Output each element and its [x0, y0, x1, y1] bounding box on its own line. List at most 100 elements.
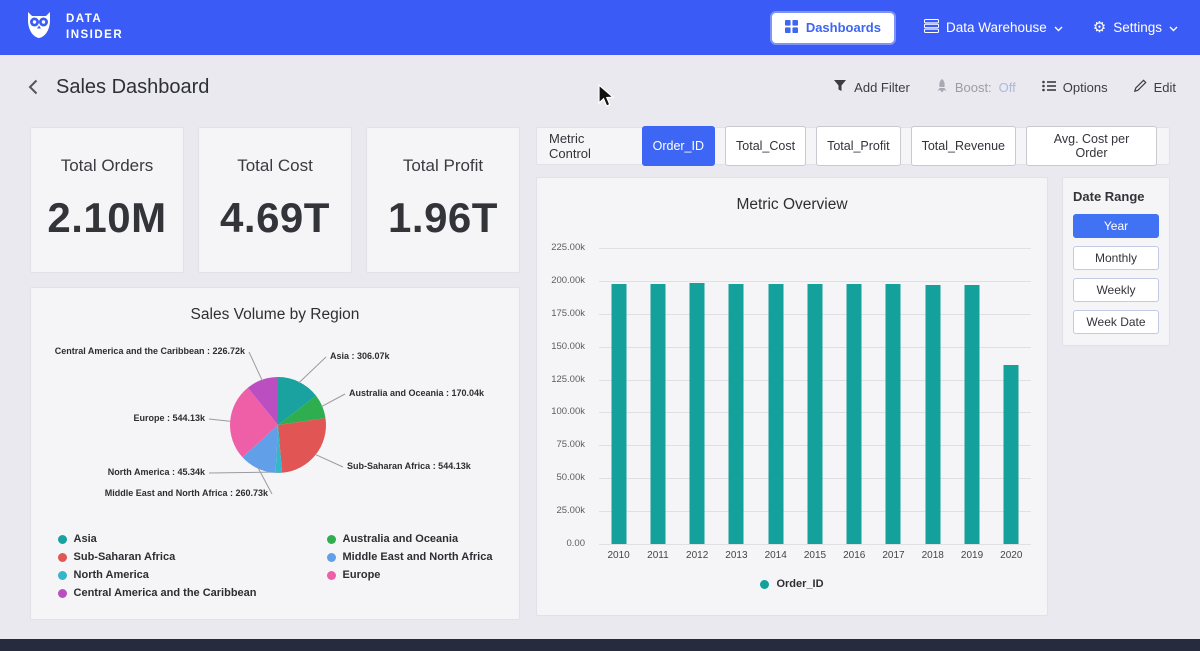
metric-control-bar: Metric Control Order_IDTotal_CostTotal_P… — [536, 127, 1170, 165]
pie-leader-line — [299, 357, 326, 383]
legend-dot-icon — [327, 553, 336, 562]
date-range-button-week-date[interactable]: Week Date — [1073, 310, 1159, 334]
dashboards-button[interactable]: Dashboards — [772, 13, 894, 43]
bar-2014[interactable] — [768, 284, 783, 544]
settings-menu[interactable]: ⚙ Settings — [1093, 20, 1178, 35]
legend-dot-icon — [58, 553, 67, 562]
bar-2013[interactable] — [729, 284, 744, 544]
bar-column-2015 — [795, 248, 834, 544]
legend-dot-icon — [327, 535, 336, 544]
bar-column-2013 — [717, 248, 756, 544]
x-axis-tick: 2011 — [638, 550, 677, 561]
bar-series — [599, 248, 1031, 544]
pie-leader-line — [209, 419, 231, 421]
legend-label: Central America and the Caribbean — [74, 587, 257, 599]
date-range-button-monthly[interactable]: Monthly — [1073, 246, 1159, 270]
bar-plot-area — [599, 248, 1031, 544]
dashboards-button-label: Dashboards — [806, 20, 881, 35]
y-axis-tick: 150.00k — [551, 342, 585, 352]
boost-label: Boost: — [955, 80, 992, 95]
bar-y-axis: 225.00k200.00k175.00k150.00k125.00k100.0… — [537, 248, 589, 544]
metric-button-total-profit[interactable]: Total_Profit — [816, 126, 901, 166]
bar-column-2012 — [678, 248, 717, 544]
bar-2019[interactable] — [965, 285, 980, 544]
x-axis-tick: 2012 — [678, 550, 717, 561]
list-icon — [1042, 80, 1056, 95]
bar-column-2018 — [913, 248, 952, 544]
pie-svg — [31, 330, 519, 518]
y-axis-tick: 100.00k — [551, 407, 585, 417]
bar-column-2019 — [952, 248, 991, 544]
funnel-icon — [833, 79, 847, 95]
bar-2012[interactable] — [690, 283, 705, 544]
sales-volume-by-region-card: Sales Volume by Region Asia : 306.07kAus… — [30, 287, 520, 620]
pencil-icon — [1134, 79, 1147, 95]
metric-button-order-id[interactable]: Order_ID — [642, 126, 715, 166]
date-range-button-year[interactable]: Year — [1073, 214, 1159, 238]
add-filter-button[interactable]: Add Filter — [833, 79, 910, 95]
bar-2010[interactable] — [611, 284, 626, 544]
owl-logo-icon — [22, 10, 56, 45]
boost-value: Off — [999, 80, 1016, 95]
bar-2018[interactable] — [925, 285, 940, 544]
options-button[interactable]: Options — [1042, 80, 1108, 95]
bottom-bar — [0, 639, 1200, 651]
kpi-value: 1.96T — [367, 194, 519, 242]
brand-block: DATA INSIDER — [22, 10, 123, 45]
bar-x-axis: 2010201120122013201420152016201720182019… — [599, 550, 1031, 561]
pie-leader-line — [315, 454, 343, 467]
date-range-panel: Date Range YearMonthlyWeeklyWeek Date — [1062, 177, 1170, 346]
legend-dot-icon — [327, 571, 336, 580]
y-axis-tick: 200.00k — [551, 276, 585, 286]
x-axis-tick: 2018 — [913, 550, 952, 561]
bar-legend: Order_ID — [537, 578, 1047, 590]
dashboard-header: Sales Dashboard Add Filter Boost: Off Op… — [0, 55, 1200, 119]
top-navbar: DATA INSIDER Dashboards Data Warehouse ⚙… — [0, 0, 1200, 55]
pie-legend-item-australia-and-oceania: Australia and Oceania — [327, 530, 493, 548]
kpi-label: Total Orders — [31, 156, 183, 176]
kpi-card-total-cost: Total Cost 4.69T — [198, 127, 352, 273]
bar-2011[interactable] — [650, 284, 665, 544]
chevron-down-icon — [1169, 20, 1178, 35]
add-filter-label: Add Filter — [854, 80, 910, 95]
bar-2015[interactable] — [807, 284, 822, 544]
bar-2020[interactable] — [1004, 365, 1019, 544]
metric-button-total-cost[interactable]: Total_Cost — [725, 126, 806, 166]
metric-button-avg-cost-per-order[interactable]: Avg. Cost per Order — [1026, 126, 1157, 166]
x-axis-tick: 2015 — [795, 550, 834, 561]
pie-leader-line — [209, 472, 279, 473]
metric-buttons: Order_IDTotal_CostTotal_ProfitTotal_Reve… — [642, 126, 1157, 166]
bar-column-2011 — [638, 248, 677, 544]
data-warehouse-menu[interactable]: Data Warehouse — [924, 19, 1063, 36]
boost-toggle[interactable]: Boost: Off — [936, 79, 1016, 96]
date-range-button-weekly[interactable]: Weekly — [1073, 278, 1159, 302]
kpi-label: Total Cost — [199, 156, 351, 176]
kpi-card-total-orders: Total Orders 2.10M — [30, 127, 184, 273]
edit-button[interactable]: Edit — [1134, 79, 1176, 95]
bar-column-2016 — [835, 248, 874, 544]
legend-dot-icon — [58, 571, 67, 580]
x-axis-tick: 2019 — [952, 550, 991, 561]
pie-chart: Asia : 306.07kAustralia and Oceania : 17… — [31, 330, 519, 518]
bar-legend-item-order-id: Order_ID — [760, 578, 823, 590]
bar-2017[interactable] — [886, 284, 901, 544]
back-button[interactable] — [26, 77, 40, 97]
x-axis-tick: 2017 — [874, 550, 913, 561]
dashboards-grid-icon — [785, 20, 798, 36]
settings-label: Settings — [1113, 20, 1162, 35]
bar-column-2010 — [599, 248, 638, 544]
page-title: Sales Dashboard — [56, 76, 209, 99]
pie-legend-item-middle-east-and-north-africa: Middle East and North Africa — [327, 548, 493, 566]
bar-column-2014 — [756, 248, 795, 544]
brand-line2: INSIDER — [66, 28, 123, 44]
x-axis-tick: 2014 — [756, 550, 795, 561]
data-warehouse-label: Data Warehouse — [946, 20, 1047, 35]
pie-slice-sub-saharan-africa[interactable] — [278, 418, 326, 473]
bar-column-2017 — [874, 248, 913, 544]
pie-legend-item-asia: Asia — [58, 530, 257, 548]
x-axis-tick: 2013 — [717, 550, 756, 561]
x-axis-tick: 2016 — [835, 550, 874, 561]
bar-column-2020 — [992, 248, 1031, 544]
metric-button-total-revenue[interactable]: Total_Revenue — [911, 126, 1016, 166]
bar-2016[interactable] — [847, 284, 862, 545]
